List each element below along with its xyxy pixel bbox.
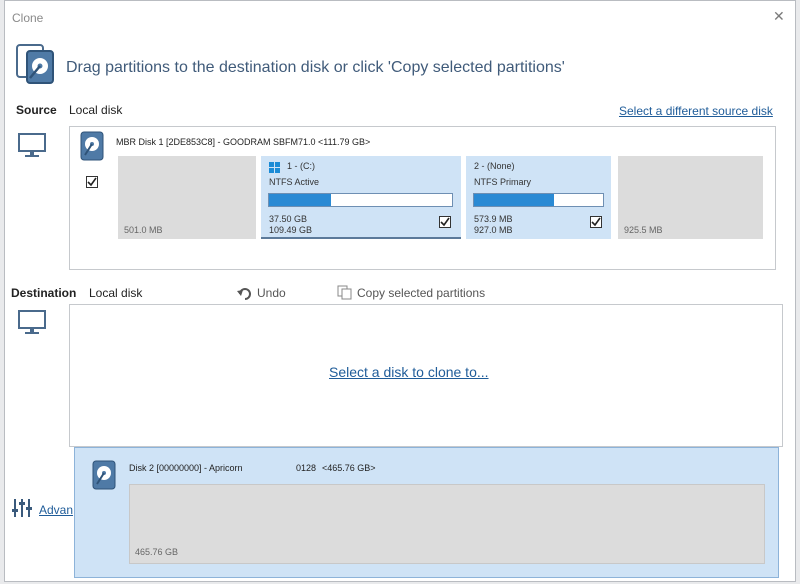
undo-button[interactable]: Undo bbox=[257, 286, 286, 300]
partition-2-total: 927.0 MB bbox=[474, 225, 513, 235]
advanced-options-link[interactable]: Advan bbox=[39, 503, 73, 517]
source-label: Source bbox=[16, 103, 57, 117]
partition-c-checkbox[interactable] bbox=[439, 216, 451, 228]
partition-c-used: 37.50 GB bbox=[269, 214, 308, 224]
close-button[interactable]: ✕ bbox=[773, 8, 785, 25]
unallocated-end-size: 925.5 MB bbox=[624, 225, 663, 235]
destination-disk-size: <465.76 GB> bbox=[322, 463, 376, 473]
partition-2-used: 573.9 MB bbox=[474, 214, 513, 224]
select-destination-disk-link[interactable]: Select a disk to clone to... bbox=[329, 364, 489, 380]
source-disk-checkbox[interactable] bbox=[86, 176, 98, 188]
unallocated-size: 501.0 MB bbox=[124, 225, 163, 235]
partition-c-usage-fill bbox=[269, 194, 332, 206]
copy-selected-partitions-button[interactable]: Copy selected partitions bbox=[357, 286, 485, 300]
partition-2-usage-fill bbox=[474, 194, 554, 206]
destination-label: Destination bbox=[11, 286, 77, 300]
copy-icon bbox=[337, 285, 353, 300]
monitor-icon bbox=[17, 308, 47, 343]
clone-wizard-icon bbox=[16, 44, 54, 84]
partition-c-fs: NTFS Active bbox=[269, 177, 320, 187]
destination-disk-type: Local disk bbox=[89, 286, 143, 300]
destination-unallocated-space bbox=[129, 484, 765, 564]
destination-unallocated-size: 465.76 GB bbox=[135, 547, 179, 557]
partition-2-checkbox[interactable] bbox=[590, 216, 602, 228]
sliders-icon bbox=[11, 497, 33, 519]
destination-disk-name: Disk 2 [00000000] - Apricorn bbox=[129, 463, 243, 473]
partition-c-usage-bar bbox=[268, 193, 453, 207]
monitor-icon bbox=[17, 131, 47, 166]
window-title: Clone bbox=[12, 11, 44, 25]
partition-2-usage-bar bbox=[473, 193, 604, 207]
source-disk-title: MBR Disk 1 [2DE853C8] - GOODRAM SBFM71.0… bbox=[116, 137, 371, 147]
partition-2-name: 2 - (None) bbox=[474, 161, 515, 171]
disk-icon bbox=[92, 460, 116, 490]
header-instructions: Drag partitions to the destination disk … bbox=[66, 59, 565, 76]
select-source-disk-link[interactable]: Select a different source disk bbox=[619, 104, 773, 118]
disk-icon bbox=[80, 131, 104, 161]
partition-2-fs: NTFS Primary bbox=[474, 177, 531, 187]
destination-disk-model: 0128 bbox=[296, 463, 317, 473]
source-disk-type: Local disk bbox=[69, 103, 123, 117]
partition-c-name: 1 - (C:) bbox=[287, 161, 315, 171]
partition-c-total: 109.49 GB bbox=[269, 225, 313, 235]
undo-icon bbox=[237, 287, 253, 300]
windows-logo-icon bbox=[269, 160, 280, 173]
